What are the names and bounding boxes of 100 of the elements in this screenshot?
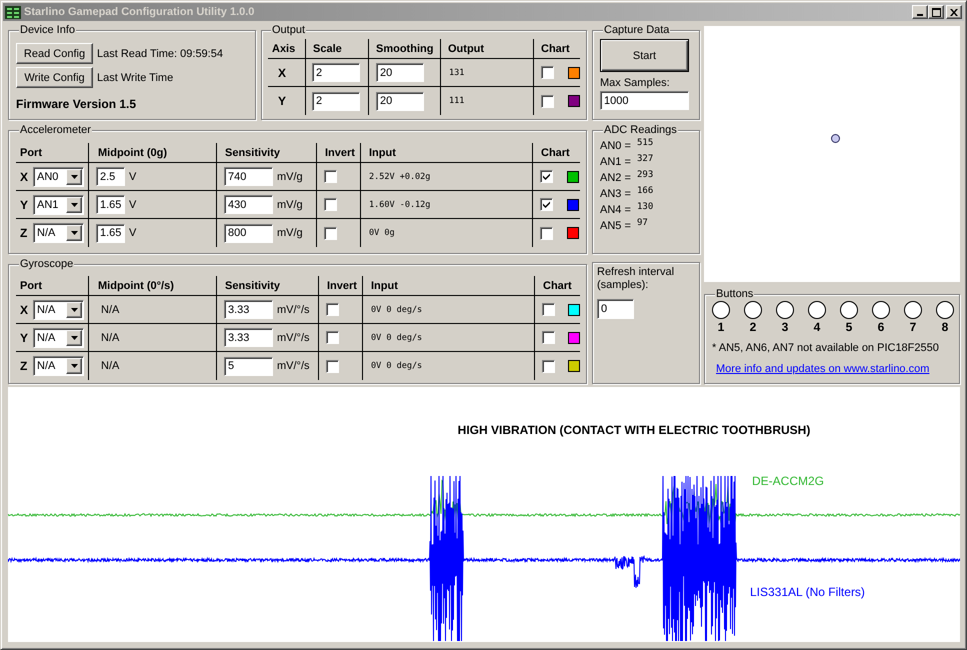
minimize-icon [917, 14, 923, 16]
column-header: Sensitivity [225, 146, 280, 158]
dropdown-button[interactable] [66, 330, 82, 346]
column-header: Input [371, 280, 398, 292]
unit-label: mV/g [277, 170, 303, 182]
adc-channel-label: AN0 = [600, 139, 632, 154]
start-button[interactable]: Start [600, 39, 689, 72]
adc-channel-label: AN4 = [600, 203, 632, 218]
caret-icon [70, 364, 78, 368]
midpoint-field[interactable]: 2.5 [96, 167, 125, 186]
column-header: Input [369, 146, 396, 158]
sensitivity-field[interactable]: 5 [224, 356, 273, 376]
write-config-button[interactable]: Write Config [16, 67, 93, 88]
adc-channel-label: AN2 = [600, 171, 632, 186]
refresh-interval-label: Refresh interval (samples): [597, 266, 676, 292]
invert-checkbox[interactable] [324, 226, 337, 240]
unit-label: mV/g [277, 227, 303, 239]
maximize-button[interactable] [928, 5, 944, 19]
port-dropdown[interactable]: N/A [33, 300, 84, 320]
unit-label: V [129, 170, 136, 182]
port-dropdown[interactable]: N/A [33, 356, 84, 376]
dropdown-button[interactable] [66, 168, 82, 184]
axis-label: X [278, 66, 286, 80]
group-title: ADC Readings [603, 124, 678, 137]
invert-checkbox[interactable] [326, 303, 339, 316]
button-number: 2 [750, 320, 756, 334]
dropdown-button[interactable] [66, 358, 82, 374]
dropdown-button[interactable] [66, 225, 82, 241]
unit-label: V [129, 198, 136, 210]
axis-label: X [20, 170, 30, 184]
button-number: 4 [814, 320, 820, 334]
sensitivity-field[interactable]: 430 [224, 195, 273, 214]
input-reading: 0V 0 deg/s [371, 361, 422, 371]
sensitivity-field[interactable]: 800 [224, 224, 273, 242]
dropdown-button[interactable] [66, 302, 82, 318]
max-samples-field[interactable]: 1000 [600, 91, 689, 110]
midpoint-field[interactable]: 1.65 [96, 195, 125, 214]
invert-checkbox[interactable] [326, 331, 339, 344]
chart-checkbox[interactable] [540, 198, 553, 211]
button-number: 3 [782, 320, 788, 334]
column-header: Chart [541, 146, 570, 158]
close-button[interactable] [946, 5, 962, 19]
adc-value: 515 [637, 138, 654, 150]
scale-field[interactable]: 2 [312, 63, 360, 82]
caret-icon [70, 336, 78, 340]
port-dropdown[interactable]: AN0 [33, 166, 84, 186]
sensitivity-field[interactable]: 3.33 [224, 328, 273, 347]
input-reading: 2.52V +0.02g [369, 172, 430, 182]
port-dropdown[interactable]: N/A [33, 223, 84, 243]
port-dropdown[interactable]: AN1 [33, 194, 84, 214]
invert-checkbox[interactable] [324, 198, 337, 211]
sensitivity-field[interactable]: 3.33 [224, 300, 273, 319]
axis-label: Y [20, 330, 30, 344]
status-text: Last Write Time [97, 72, 174, 84]
availability-note: * AN5, AN6, AN7 not available on PIC18F2550 [712, 342, 940, 355]
column-header: Output [448, 42, 484, 54]
smoothing-field[interactable]: 20 [376, 63, 424, 82]
midpoint-value: N/A [101, 304, 120, 316]
sensitivity-field[interactable]: 740 [224, 167, 273, 186]
adc-value: 166 [637, 186, 654, 198]
refresh-interval-field[interactable]: 0 [597, 299, 634, 319]
adc-value: 293 [637, 170, 654, 182]
firmware-version-label: Firmware Version 1.5 [16, 97, 138, 111]
group-title: Gyroscope [19, 258, 74, 271]
smoothing-field[interactable]: 20 [376, 92, 424, 110]
scale-field[interactable]: 2 [312, 92, 360, 110]
axis-label: X [20, 302, 30, 316]
port-dropdown[interactable]: N/A [33, 328, 84, 348]
chart-checkbox[interactable] [541, 66, 554, 79]
unit-label: mV/°/s [277, 360, 310, 372]
axis-label: Z [20, 359, 28, 373]
chart-checkbox[interactable] [542, 360, 555, 372]
chart-checkbox[interactable] [541, 94, 554, 108]
chart-checkbox[interactable] [542, 331, 555, 344]
chip-icon [5, 6, 21, 18]
chart-checkbox[interactable] [542, 303, 555, 316]
output-value: 131 [449, 68, 464, 78]
group-title: Capture Data [603, 24, 670, 37]
midpoint-field[interactable]: 1.65 [96, 224, 125, 242]
minimize-button[interactable] [912, 5, 928, 19]
group-title: Output [271, 24, 306, 37]
button-number: 5 [846, 320, 852, 334]
output-value: 111 [449, 96, 464, 106]
caret-icon [70, 174, 78, 178]
column-header: Midpoint (0g) [98, 146, 168, 158]
column-header: Invert [327, 280, 357, 292]
column-header: Sensitivity [225, 280, 280, 292]
caret-icon [70, 202, 78, 206]
adc-channel-label: AN5 = [600, 219, 632, 234]
read-config-button[interactable]: Read Config [16, 43, 93, 64]
dropdown-button[interactable] [66, 196, 82, 212]
column-header: Chart [541, 42, 570, 54]
chart-checkbox[interactable] [540, 170, 553, 183]
adc-value: 97 [637, 218, 649, 230]
maximize-icon [932, 8, 940, 16]
website-link[interactable]: More info and updates on www.starlino.com [716, 363, 930, 376]
adc-channel-label: AN3 = [600, 187, 632, 202]
invert-checkbox[interactable] [324, 170, 337, 183]
invert-checkbox[interactable] [326, 360, 339, 372]
chart-checkbox[interactable] [540, 226, 553, 240]
